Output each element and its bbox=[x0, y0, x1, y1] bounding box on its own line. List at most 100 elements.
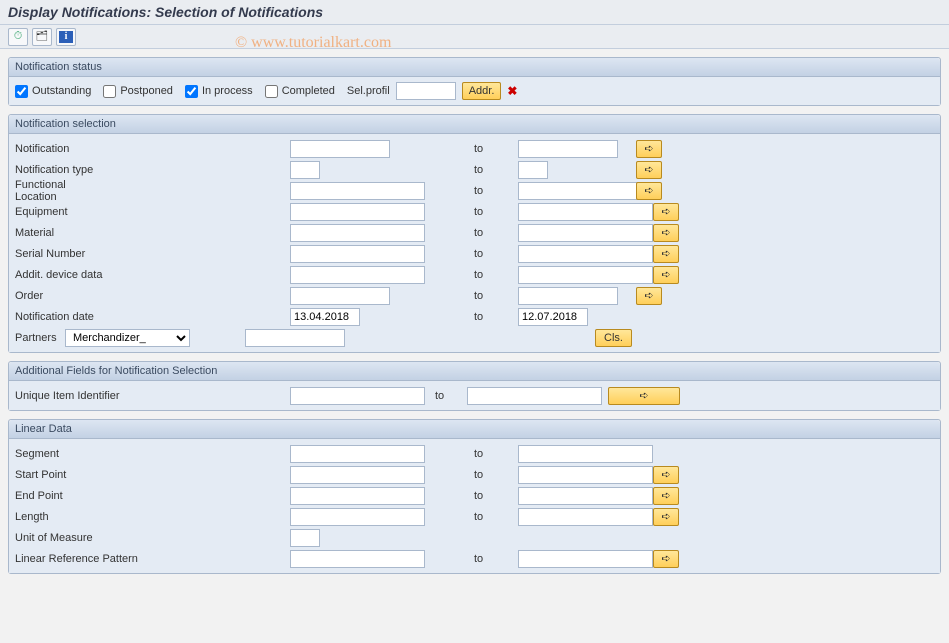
addit-device-data-to-input[interactable] bbox=[518, 266, 653, 284]
order-label: Order bbox=[15, 290, 115, 302]
notification-to-input[interactable] bbox=[518, 140, 618, 158]
to-label: to bbox=[470, 143, 500, 155]
group-header-selection: Notification selection bbox=[9, 115, 940, 134]
uii-label: Unique Item Identifier bbox=[15, 390, 175, 402]
to-label: to bbox=[470, 490, 500, 502]
length-to-input[interactable] bbox=[518, 508, 653, 526]
uii-from-input[interactable] bbox=[290, 387, 425, 405]
selprofil-input[interactable] bbox=[396, 82, 456, 100]
to-label: to bbox=[470, 206, 500, 218]
to-label: to bbox=[470, 185, 500, 197]
equipment-label: Equipment bbox=[15, 206, 115, 218]
addit-device-data-multi-button[interactable]: ➪ bbox=[653, 266, 679, 284]
material-label: Material bbox=[15, 227, 115, 239]
to-label: to bbox=[470, 311, 500, 323]
order-from-input[interactable] bbox=[290, 287, 390, 305]
delete-icon[interactable]: ✖ bbox=[507, 84, 517, 98]
completed-checkbox[interactable]: Completed bbox=[265, 85, 335, 98]
group-header-linear: Linear Data bbox=[9, 420, 940, 439]
partners-input[interactable] bbox=[245, 329, 345, 347]
notification-date-to-input[interactable] bbox=[518, 308, 588, 326]
length-from-input[interactable] bbox=[290, 508, 425, 526]
functional-location-from-input[interactable] bbox=[290, 182, 425, 200]
postponed-label: Postponed bbox=[120, 85, 173, 97]
unit-of-measure-input[interactable] bbox=[290, 529, 320, 547]
page-title: Display Notifications: Selection of Noti… bbox=[8, 4, 941, 20]
notification-type-from-input[interactable] bbox=[290, 161, 320, 179]
linear-reference-pattern-to-input[interactable] bbox=[518, 550, 653, 568]
cls-button[interactable]: Cls. bbox=[595, 329, 632, 347]
start-point-multi-button[interactable]: ➪ bbox=[653, 466, 679, 484]
partners-select[interactable]: Merchandizer_ bbox=[65, 329, 190, 347]
completed-label: Completed bbox=[282, 85, 335, 97]
linear-reference-pattern-multi-button[interactable]: ➪ bbox=[653, 550, 679, 568]
end-point-multi-button[interactable]: ➪ bbox=[653, 487, 679, 505]
notification-selection-group: Notification selection Notification to ➪… bbox=[8, 114, 941, 353]
completed-checkbox-input[interactable] bbox=[265, 85, 278, 98]
notification-type-to-input[interactable] bbox=[518, 161, 548, 179]
to-label: to bbox=[470, 469, 500, 481]
serial-number-to-input[interactable] bbox=[518, 245, 653, 263]
start-point-from-input[interactable] bbox=[290, 466, 425, 484]
outstanding-checkbox-input[interactable] bbox=[15, 85, 28, 98]
start-point-to-input[interactable] bbox=[518, 466, 653, 484]
material-from-input[interactable] bbox=[290, 224, 425, 242]
notification-type-multi-button[interactable]: ➪ bbox=[636, 161, 662, 179]
outstanding-label: Outstanding bbox=[32, 85, 91, 97]
group-header-addfields: Additional Fields for Notification Selec… bbox=[9, 362, 940, 381]
order-multi-button[interactable]: ➪ bbox=[636, 287, 662, 305]
to-label: to bbox=[470, 269, 500, 281]
segment-from-input[interactable] bbox=[290, 445, 425, 463]
start-point-label: Start Point bbox=[15, 469, 175, 481]
postponed-checkbox-input[interactable] bbox=[103, 85, 116, 98]
to-label: to bbox=[470, 448, 500, 460]
addit-device-data-from-input[interactable] bbox=[290, 266, 425, 284]
functional-location-to-input[interactable] bbox=[518, 182, 653, 200]
stack-icon bbox=[36, 31, 49, 42]
variant-button[interactable] bbox=[32, 28, 52, 46]
clock-icon bbox=[14, 30, 23, 43]
outstanding-checkbox[interactable]: Outstanding bbox=[15, 85, 91, 98]
length-multi-button[interactable]: ➪ bbox=[653, 508, 679, 526]
selprofil-label: Sel.profil bbox=[347, 85, 390, 97]
material-multi-button[interactable]: ➪ bbox=[653, 224, 679, 242]
notification-date-label: Notification date bbox=[15, 311, 115, 323]
to-label: to bbox=[470, 511, 500, 523]
postponed-checkbox[interactable]: Postponed bbox=[103, 85, 173, 98]
serial-number-from-input[interactable] bbox=[290, 245, 425, 263]
functional-location-label: Functional Location bbox=[15, 179, 115, 203]
uii-multi-button[interactable]: ➪ bbox=[608, 387, 680, 405]
info-button[interactable]: i bbox=[56, 28, 76, 46]
material-to-input[interactable] bbox=[518, 224, 653, 242]
linear-reference-pattern-label: Linear Reference Pattern bbox=[15, 553, 175, 565]
length-label: Length bbox=[15, 511, 175, 523]
info-icon: i bbox=[59, 31, 73, 43]
equipment-from-input[interactable] bbox=[290, 203, 425, 221]
end-point-label: End Point bbox=[15, 490, 175, 502]
segment-to-input[interactable] bbox=[518, 445, 653, 463]
uii-to-input[interactable] bbox=[467, 387, 602, 405]
addit-device-data-label: Addit. device data bbox=[15, 269, 115, 281]
addr-button[interactable]: Addr. bbox=[462, 82, 502, 100]
to-label: to bbox=[470, 290, 500, 302]
partners-label: Partners bbox=[15, 332, 65, 344]
end-point-from-input[interactable] bbox=[290, 487, 425, 505]
notification-label: Notification bbox=[15, 143, 115, 155]
inprocess-checkbox[interactable]: In process bbox=[185, 85, 253, 98]
functional-location-multi-button[interactable]: ➪ bbox=[636, 182, 662, 200]
notification-date-from-input[interactable] bbox=[290, 308, 360, 326]
group-header-status: Notification status bbox=[9, 58, 940, 77]
execute-button[interactable] bbox=[8, 28, 28, 46]
notification-type-label: Notification type bbox=[15, 164, 115, 176]
to-label: to bbox=[470, 227, 500, 239]
equipment-to-input[interactable] bbox=[518, 203, 653, 221]
notification-multi-button[interactable]: ➪ bbox=[636, 140, 662, 158]
linear-reference-pattern-from-input[interactable] bbox=[290, 550, 425, 568]
equipment-multi-button[interactable]: ➪ bbox=[653, 203, 679, 221]
order-to-input[interactable] bbox=[518, 287, 618, 305]
notification-from-input[interactable] bbox=[290, 140, 390, 158]
serial-number-multi-button[interactable]: ➪ bbox=[653, 245, 679, 263]
to-label: to bbox=[431, 390, 461, 402]
end-point-to-input[interactable] bbox=[518, 487, 653, 505]
inprocess-checkbox-input[interactable] bbox=[185, 85, 198, 98]
